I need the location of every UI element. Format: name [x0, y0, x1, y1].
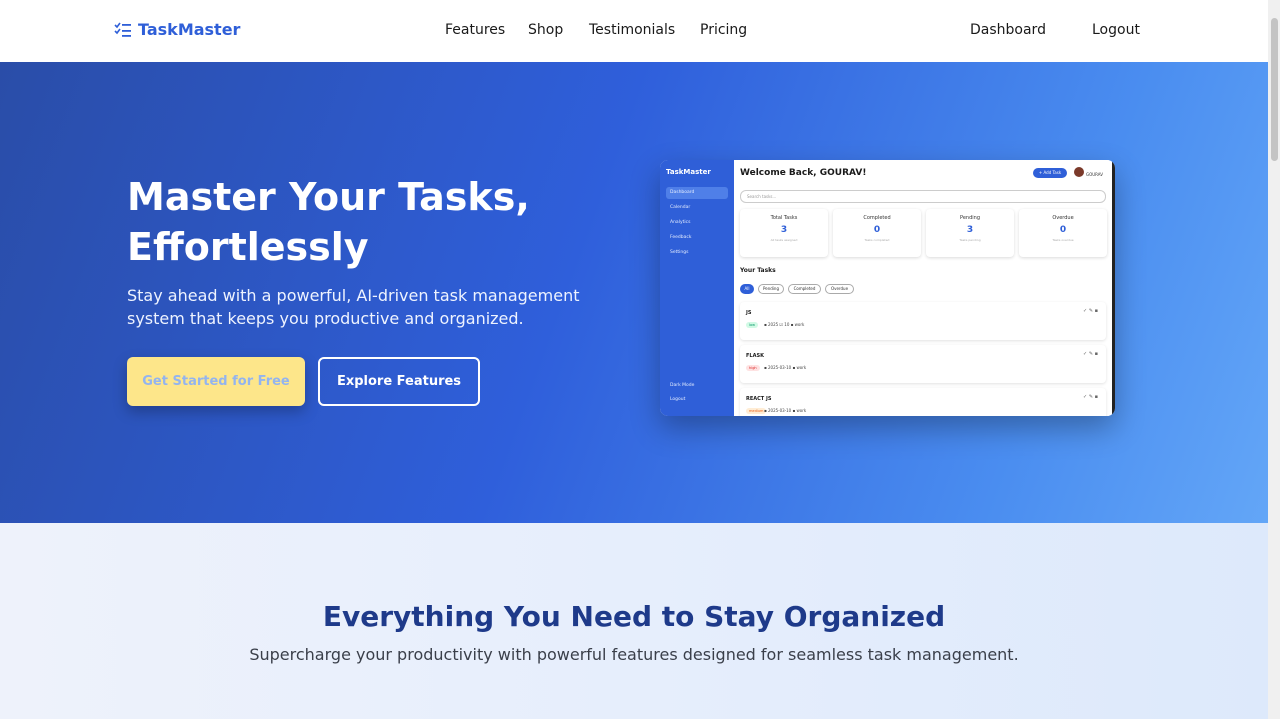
features-section: Everything You Need to Stay Organized Su…: [0, 523, 1268, 719]
preview-brand: TaskMaster: [666, 168, 711, 176]
preview-sidebar-item-settings: Settings: [670, 250, 689, 255]
preview-stat-card: Pending 3 Tasks pending: [926, 209, 1014, 257]
task-details: ▪ 2025-03-10 ▪ work: [764, 365, 807, 370]
stat-label: Overdue: [1052, 215, 1074, 221]
preview-filter-completed: Completed: [788, 284, 821, 294]
nav-link-pricing[interactable]: Pricing: [700, 22, 747, 38]
hero-subtitle: Stay ahead with a powerful, AI-driven ta…: [127, 286, 580, 328]
preview-stat-card: Overdue 0 Tasks overdue: [1019, 209, 1107, 257]
stat-sub: Tasks overdue: [1052, 238, 1074, 242]
task-name: JS: [746, 310, 752, 316]
preview-search: Search tasks...: [740, 190, 1106, 203]
preview-logout: Logout: [670, 397, 686, 402]
preview-username: GOURAV: [1086, 172, 1104, 177]
stat-value: 3: [780, 225, 788, 235]
task-name: FLASK: [746, 353, 764, 359]
task-details: ▪ 2025-03-10 ▪ work: [764, 408, 807, 413]
task-actions: ✓ ✎ ▪: [1083, 351, 1098, 357]
checklist-icon: [114, 22, 131, 37]
nav-link-features[interactable]: Features: [445, 22, 505, 38]
task-priority-badge: high: [746, 365, 760, 371]
preview-welcome: Welcome Back, GOURAV!: [740, 168, 867, 178]
task-priority-badge: low: [746, 322, 758, 328]
stat-label: Total Tasks: [770, 215, 798, 221]
brand-logo[interactable]: TaskMaster: [114, 20, 240, 39]
stat-label: Pending: [960, 215, 980, 221]
explore-features-button[interactable]: Explore Features: [318, 357, 480, 406]
preview-sidebar: TaskMaster Dashboard Calendar Analytics …: [660, 160, 734, 416]
preview-filter-overdue: Overdue: [825, 284, 854, 294]
task-actions: ✓ ✎ ▪: [1083, 394, 1098, 400]
task-details: ▪ 2025 ☑ 10 ▪ work: [764, 322, 805, 327]
preview-dark-mode: Dark Mode: [670, 383, 695, 388]
task-actions: ✓ ✎ ▪: [1083, 308, 1098, 314]
brand-name: TaskMaster: [138, 20, 241, 39]
preview-stat-card: Total Tasks 3 All tasks assigned: [740, 209, 828, 257]
nav-link-shop[interactable]: Shop: [528, 22, 563, 38]
preview-sidebar-item-calendar: Calendar: [670, 205, 691, 210]
preview-edge: [1112, 160, 1115, 416]
hero-title: Master Your Tasks, Effortlessly: [127, 175, 530, 269]
get-started-button[interactable]: Get Started for Free: [127, 357, 305, 406]
preview-filter-pending: Pending: [758, 284, 784, 294]
preview-task-row: FLASK high ▪ 2025-03-10 ▪ work ✓ ✎ ▪: [740, 345, 1106, 383]
stat-sub: All tasks assigned: [770, 238, 798, 242]
stat-value: 0: [873, 225, 881, 235]
preview-avatar: [1074, 167, 1084, 177]
nav-link-logout[interactable]: Logout: [1092, 22, 1140, 38]
nav-link-testimonials[interactable]: Testimonials: [589, 22, 675, 38]
preview-sidebar-item-feedback: Feedback: [670, 235, 692, 240]
preview-filter-all: All: [740, 284, 754, 294]
preview-task-row: JS low ▪ 2025 ☑ 10 ▪ work ✓ ✎ ▪: [740, 302, 1106, 340]
stat-value: 0: [1059, 225, 1067, 235]
nav-link-dashboard[interactable]: Dashboard: [970, 22, 1046, 38]
features-subtitle: Supercharge your productivity with power…: [249, 645, 1019, 664]
preview-main: Welcome Back, GOURAV! + Add Task GOURAV …: [734, 160, 1112, 416]
preview-sidebar-item-dashboard: Dashboard: [666, 187, 728, 199]
preview-your-tasks: Your Tasks: [740, 267, 776, 274]
features-title: Everything You Need to Stay Organized: [322, 600, 946, 633]
stat-label: Completed: [863, 215, 891, 221]
preview-task-row: REACT JS medium ▪ 2025-03-10 ▪ work ✓ ✎ …: [740, 388, 1106, 416]
preview-sidebar-item-analytics: Analytics: [670, 220, 691, 225]
stat-value: 3: [966, 225, 974, 235]
task-name: REACT JS: [746, 396, 772, 402]
dashboard-preview: TaskMaster Dashboard Calendar Analytics …: [660, 160, 1115, 416]
scrollbar-thumb[interactable]: [1271, 18, 1278, 161]
stat-sub: Tasks pending: [959, 238, 981, 242]
preview-stat-card: Completed 0 Tasks completed: [833, 209, 921, 257]
preview-add-task: + Add Task: [1033, 168, 1067, 178]
stat-sub: Tasks completed: [864, 238, 890, 242]
top-navbar: TaskMaster Features Shop Testimonials Pr…: [0, 0, 1268, 62]
